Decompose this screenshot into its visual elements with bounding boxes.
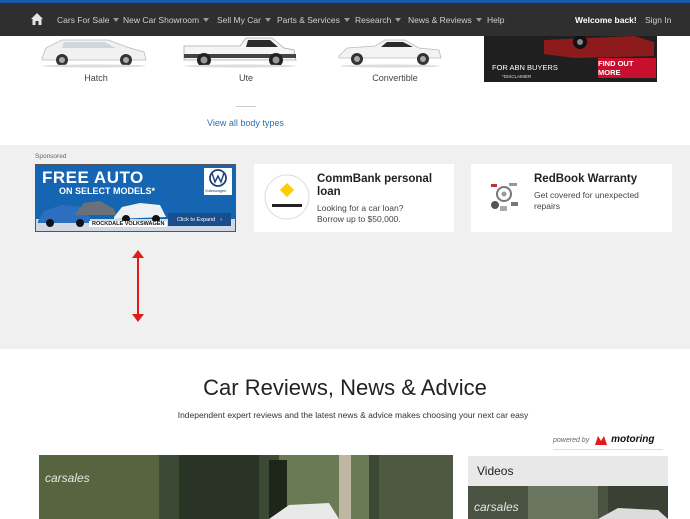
- click-to-expand-button[interactable]: Click to Expand ›: [168, 213, 231, 226]
- vw-logo-text: Volkswagen: [205, 188, 227, 193]
- section-subtitle: Independent expert reviews and the lates…: [177, 410, 529, 420]
- nav-label: Research: [355, 15, 392, 25]
- hatch-car-image[interactable]: [38, 36, 150, 68]
- ad-tagline: FOR ABN BUYERS: [492, 63, 558, 72]
- vw-dealer-name: ROCKDALE VOLKSWAGEN: [89, 221, 168, 227]
- forest-road-image: [39, 455, 453, 519]
- carsales-watermark: carsales: [474, 500, 519, 514]
- body-type-convertible[interactable]: Convertible: [335, 73, 455, 83]
- vw-ad-title: FREE AUTO: [42, 168, 144, 187]
- volkswagen-ad[interactable]: FREE AUTO ON SELECT MODELS* Volkswagen C…: [35, 164, 236, 232]
- motoring-brand[interactable]: motoring: [611, 434, 654, 445]
- nav-parts-services[interactable]: Parts & Services: [277, 15, 350, 25]
- redbook-desc-line1: Get covered for unexpected: [534, 190, 639, 200]
- nav-news-reviews[interactable]: News & Reviews: [408, 15, 482, 25]
- nav-label: News & Reviews: [408, 15, 472, 25]
- double-arrow-icon: [132, 250, 144, 322]
- chevron-down-icon: [113, 18, 120, 22]
- carsales-watermark: carsales: [45, 471, 90, 485]
- videos-panel-header: Videos: [468, 456, 668, 486]
- redbook-warranty-card[interactable]: RedBook Warranty Get covered for unexpec…: [471, 164, 672, 232]
- nav-label: Help: [487, 15, 505, 25]
- home-icon[interactable]: [30, 12, 44, 26]
- nav-label: Cars For Sale: [57, 15, 110, 25]
- abn-buyers-ad[interactable]: FOR ABN BUYERS *DISCLAIMER FIND OUT MORE: [484, 36, 657, 82]
- find-out-more-button[interactable]: FIND OUT MORE: [598, 58, 656, 78]
- red-car-image: [544, 36, 654, 58]
- chevron-down-icon: [343, 18, 350, 22]
- section-title: Car Reviews, News & Advice: [203, 375, 487, 400]
- nav-new-car-showroom[interactable]: New Car Showroom: [123, 15, 210, 25]
- expand-label: Click to Expand: [176, 216, 216, 223]
- welcome-text: Welcome back!: [575, 15, 637, 25]
- featured-article-image[interactable]: carsales: [39, 455, 453, 519]
- nav-label: Sell My Car: [217, 15, 261, 25]
- divider: [553, 449, 663, 450]
- convertible-car-image[interactable]: [335, 36, 445, 68]
- chevron-down-icon: [395, 18, 402, 22]
- ute-car-image[interactable]: [180, 36, 300, 68]
- body-type-hatch[interactable]: Hatch: [36, 73, 156, 83]
- chevron-down-icon: [475, 18, 482, 22]
- ad-disclaimer: *DISCLAIMER: [502, 74, 532, 79]
- view-all-body-types-link[interactable]: View all body types: [207, 118, 284, 128]
- nav-research[interactable]: Research: [355, 15, 402, 25]
- top-nav: Cars For Sale New Car Showroom Sell My C…: [0, 0, 690, 36]
- car-parts-icon: [482, 175, 526, 219]
- videos-title: Videos: [477, 464, 514, 478]
- nav-sell-my-car[interactable]: Sell My Car: [217, 15, 271, 25]
- vw-ad-subtitle: ON SELECT MODELS*: [59, 186, 156, 196]
- commbank-title-line1: CommBank personal: [317, 173, 433, 185]
- commbank-logo-icon: [264, 174, 310, 220]
- redbook-desc-line2: repairs: [534, 201, 560, 211]
- chevron-right-icon: ›: [220, 216, 223, 223]
- volkswagen-logo-icon: Volkswagen: [204, 168, 232, 195]
- nav-label: New Car Showroom: [123, 15, 200, 25]
- motoring-logo-icon: [595, 435, 608, 445]
- chevron-down-icon: [203, 18, 210, 22]
- sponsored-label: Sponsored: [35, 153, 67, 160]
- sign-in-link[interactable]: Sign In: [645, 15, 671, 25]
- commbank-title-line2: loan: [317, 186, 341, 198]
- nav-cars-for-sale[interactable]: Cars For Sale: [57, 15, 120, 25]
- chevron-down-icon: [264, 18, 271, 22]
- powered-by: powered by motoring: [553, 434, 654, 445]
- nav-help[interactable]: Help: [487, 15, 504, 25]
- divider: [236, 106, 256, 107]
- nav-label: Parts & Services: [277, 15, 340, 25]
- commbank-desc-line2: Borrow up to $50,000.: [317, 214, 401, 224]
- video-thumbnail[interactable]: carsales: [468, 486, 668, 519]
- commbank-card[interactable]: CommBank personal loan Looking for a car…: [254, 164, 454, 232]
- powered-by-label: powered by: [553, 437, 590, 444]
- redbook-title: RedBook Warranty: [534, 173, 638, 185]
- body-type-ute[interactable]: Ute: [186, 73, 306, 83]
- commbank-desc-line1: Looking for a car loan?: [317, 203, 404, 213]
